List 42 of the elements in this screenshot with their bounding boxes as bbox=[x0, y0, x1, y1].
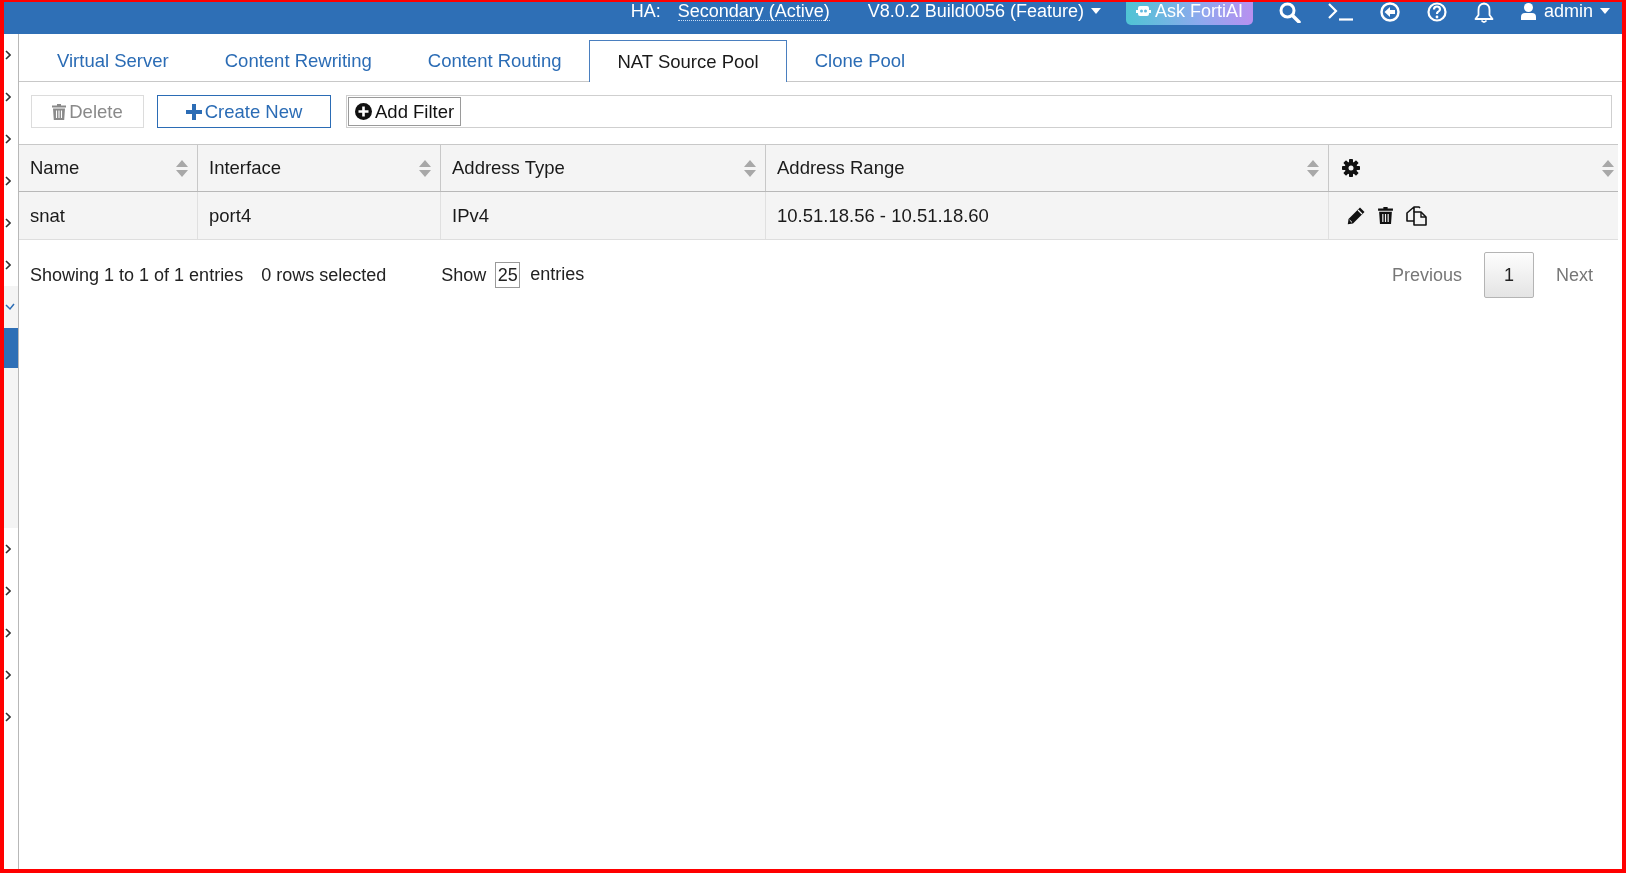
ha-status-link[interactable]: Secondary (Active) bbox=[677, 2, 830, 21]
trash-icon bbox=[52, 103, 67, 120]
user-menu[interactable]: admin bbox=[1520, 2, 1610, 20]
sidebar-group-item[interactable] bbox=[4, 286, 18, 328]
page-button[interactable]: 1 bbox=[1484, 252, 1534, 298]
terminal-icon[interactable] bbox=[1327, 2, 1353, 21]
entries-label: entries bbox=[530, 264, 585, 285]
tab[interactable]: Content Routing bbox=[399, 40, 590, 81]
table-cell: snat bbox=[19, 192, 198, 239]
column-header[interactable]: Interface bbox=[209, 157, 281, 179]
table-cell: port4 bbox=[198, 192, 441, 239]
delete-icon[interactable] bbox=[1378, 207, 1393, 224]
plus-circle-icon bbox=[355, 103, 372, 120]
caret-icon bbox=[1600, 8, 1610, 14]
tab[interactable]: NAT Source Pool bbox=[589, 40, 787, 82]
page-size-field[interactable]: 25 bbox=[495, 262, 521, 288]
show-label: Show bbox=[441, 264, 487, 286]
search-icon[interactable] bbox=[1278, 2, 1301, 23]
version-menu[interactable]: V8.0.2 Build0056 (Feature) bbox=[867, 2, 1101, 20]
filter-field[interactable]: Add Filter bbox=[346, 95, 1612, 128]
bell-icon[interactable] bbox=[1473, 2, 1494, 23]
entries-summary: Showing 1 to 1 of 1 entries bbox=[30, 264, 244, 286]
add-filter-button[interactable]: Add Filter bbox=[348, 97, 462, 126]
column-header[interactable]: Address Range bbox=[777, 157, 905, 179]
column-header[interactable]: Name bbox=[30, 157, 80, 179]
tab[interactable]: Clone Pool bbox=[786, 40, 934, 81]
copy-icon[interactable] bbox=[1406, 205, 1427, 226]
plus-icon bbox=[185, 103, 202, 120]
help-icon[interactable] bbox=[1426, 2, 1447, 22]
tab[interactable]: Virtual Server bbox=[29, 40, 197, 81]
caret-icon bbox=[1090, 8, 1101, 14]
selection-count: 0 rows selected bbox=[261, 264, 387, 286]
column-header[interactable]: Address Type bbox=[452, 157, 565, 179]
robot-icon bbox=[1135, 5, 1151, 17]
circle-arrow-left-icon[interactable] bbox=[1379, 2, 1400, 22]
table-cell: 10.51.18.56 - 10.51.18.60 bbox=[766, 192, 1329, 239]
tab[interactable]: Content Rewriting bbox=[196, 40, 400, 81]
settings-icon[interactable] bbox=[1342, 159, 1360, 177]
edit-icon[interactable] bbox=[1347, 206, 1365, 225]
ha-label: HA: bbox=[630, 2, 661, 20]
table-cell: IPv4 bbox=[441, 192, 766, 239]
create-new-button[interactable]: Create New bbox=[157, 95, 331, 128]
